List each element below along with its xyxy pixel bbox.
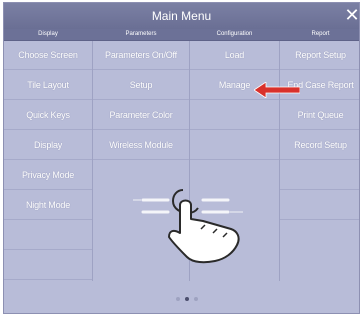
menu-item-parameter-color[interactable]: Parameter Color <box>93 101 189 130</box>
close-icon[interactable]: ✕ <box>343 3 359 29</box>
main-menu-window: Main Menu ✕ Display Parameters Configura… <box>3 2 360 314</box>
column-header-configuration: Configuration <box>216 31 253 37</box>
column-header-parameters: Parameters <box>125 31 157 37</box>
arrow-left-icon <box>254 82 300 98</box>
page-dot[interactable] <box>194 297 198 301</box>
menu-item-choose-screen[interactable]: Choose Screen <box>4 41 92 70</box>
page-dot[interactable] <box>176 297 180 301</box>
empty-cell <box>280 161 359 190</box>
menu-item-display[interactable]: Display <box>4 131 92 160</box>
page-dot-active[interactable] <box>185 297 189 301</box>
menu-item-setup[interactable]: Setup <box>93 71 189 100</box>
menu-item-night-mode[interactable]: Night Mode <box>4 191 92 220</box>
empty-cell <box>190 101 279 130</box>
column-header-display: Display <box>38 31 58 37</box>
menu-item-report-setup[interactable]: Report Setup <box>280 41 359 70</box>
empty-cell <box>280 191 359 220</box>
menu-item-tile-layout[interactable]: Tile Layout <box>4 71 92 100</box>
menu-item-load[interactable]: Load <box>190 41 279 70</box>
column-headers: Display Parameters Configuration Report <box>4 29 359 41</box>
empty-cell <box>190 131 279 160</box>
empty-cell <box>4 221 92 250</box>
window-title: Main Menu <box>151 9 212 23</box>
menu-item-parameters-on-off[interactable]: Parameters On/Off <box>93 41 189 70</box>
swipe-hand-icon <box>133 189 243 264</box>
column-header-report: Report <box>311 31 330 37</box>
menu-item-record-setup[interactable]: Record Setup <box>280 131 359 160</box>
menu-item-wireless-module[interactable]: Wireless Module <box>93 131 189 160</box>
menu-item-print-queue[interactable]: Print Queue <box>280 101 359 130</box>
menu-item-quick-keys[interactable]: Quick Keys <box>4 101 92 130</box>
menu-item-privacy-mode[interactable]: Privacy Mode <box>4 161 92 190</box>
title-bar: Main Menu ✕ <box>4 3 359 29</box>
empty-cell <box>4 251 92 280</box>
page-indicator <box>4 297 359 305</box>
